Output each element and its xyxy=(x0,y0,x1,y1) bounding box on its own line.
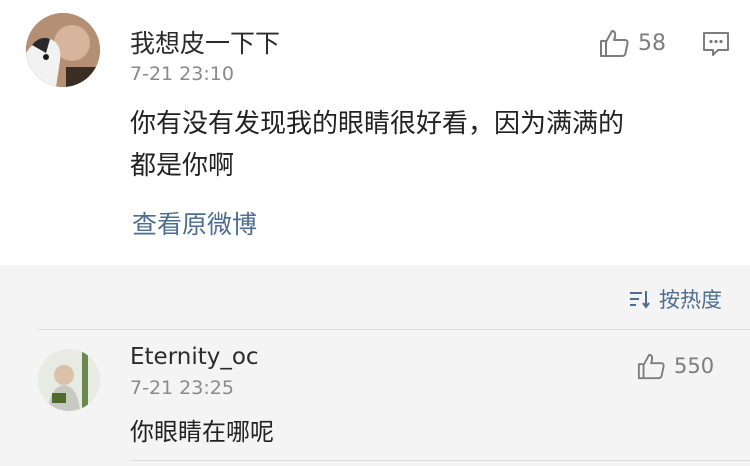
like-count: 58 xyxy=(638,30,666,56)
divider xyxy=(130,460,750,461)
sort-label: 按热度 xyxy=(659,288,722,312)
divider xyxy=(38,329,750,330)
reply-timestamp: 7-21 23:25 xyxy=(130,377,234,399)
reply-like-button[interactable]: 550 xyxy=(636,352,714,380)
avatar[interactable] xyxy=(26,13,100,87)
sort-icon xyxy=(630,291,650,309)
reply-like-count: 550 xyxy=(674,354,715,378)
avatar[interactable] xyxy=(38,349,100,411)
comment-timestamp: 7-21 23:10 xyxy=(130,63,234,85)
comment-text-line: 都是你啊 xyxy=(130,151,235,181)
sort-button[interactable]: 按热度 xyxy=(629,284,722,314)
like-button[interactable]: 58 xyxy=(598,28,666,58)
comment-text-line: 你有没有发现我的眼睛很好看，因为满满的 xyxy=(130,109,625,139)
thumbs-up-icon xyxy=(637,353,665,380)
comment-icon[interactable] xyxy=(702,30,730,62)
view-original-link[interactable]: 查看原微博 xyxy=(132,205,257,241)
reply-text: 你眼睛在哪呢 xyxy=(130,418,274,446)
avatar-image xyxy=(26,13,100,87)
comment-text: 你有没有发现我的眼睛很好看，因为满满的 都是你啊 xyxy=(130,103,720,187)
reply-username[interactable]: Eternity_oc xyxy=(130,344,259,370)
avatar-image xyxy=(38,349,100,411)
main-comment: 我想皮一下下 7-21 23:10 58 你有没有发现我的眼睛很好看，因为满满的… xyxy=(0,0,750,265)
comment-username[interactable]: 我想皮一下下 xyxy=(130,24,280,60)
thumbs-up-icon xyxy=(600,30,629,57)
